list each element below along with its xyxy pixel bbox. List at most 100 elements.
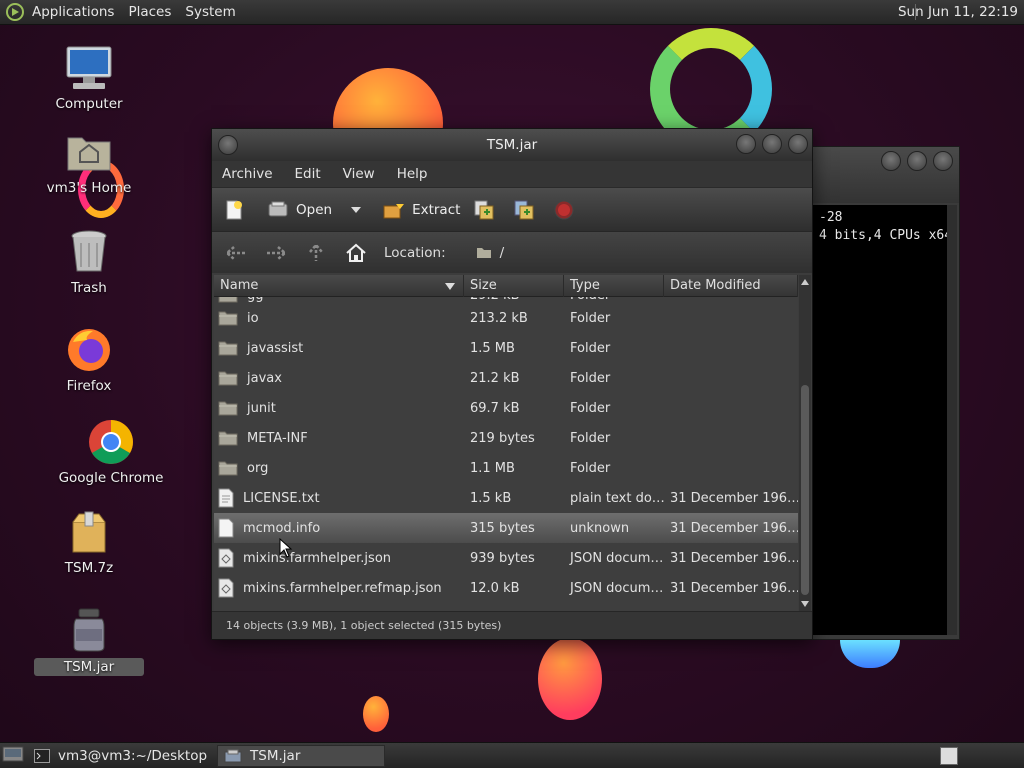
table-row[interactable]: mcmod.info 315 bytes unknown 31 December 19… (214, 513, 798, 543)
table-row[interactable]: mixins.farmhelper.refmap.json 12.0 kB JSON… (214, 573, 798, 603)
close-button[interactable] (788, 134, 808, 154)
maximize-button[interactable] (762, 134, 782, 154)
menu-archive[interactable]: Archive (222, 166, 273, 182)
json-file-icon (218, 578, 243, 598)
file-type: Folder (570, 400, 611, 416)
file-name: javax (214, 370, 464, 386)
minimize-button[interactable] (736, 134, 756, 154)
top-panel: Applications Places System Sun Jun 11, 2… (0, 0, 1024, 25)
chevron-down-icon[interactable] (344, 198, 368, 222)
clock[interactable]: Sun Jun 11, 22:19 (898, 4, 1018, 20)
terminal-maximize-button[interactable] (907, 151, 927, 171)
jar-icon (65, 606, 113, 654)
add-folder-icon[interactable] (512, 198, 536, 222)
archive-icon (65, 508, 113, 556)
desktop-icon-home[interactable]: vm3's Home (34, 128, 144, 196)
file-size: 1.5 MB (470, 340, 515, 356)
sort-down-icon (445, 282, 455, 290)
scroll-down-icon[interactable] (801, 601, 809, 607)
stop-icon[interactable] (552, 198, 576, 222)
file-name: org (214, 460, 464, 476)
menu-view[interactable]: View (343, 166, 375, 182)
table-row[interactable]: io 213.2 kB Folder (214, 303, 798, 333)
window-menu-button[interactable] (218, 135, 238, 155)
distro-logo-icon[interactable] (4, 1, 26, 23)
table-row[interactable]: LICENSE.txt 1.5 kB plain text do… 31 Decemb… (214, 483, 798, 513)
chrome-icon (87, 418, 135, 466)
up-arrow-icon[interactable] (302, 239, 330, 267)
table-row[interactable]: javassist 1.5 MB Folder (214, 333, 798, 363)
task-tsm-jar[interactable]: TSM.jar (217, 744, 386, 767)
file-list-scrollbar[interactable] (799, 275, 811, 611)
scrollbar-thumb[interactable] (801, 385, 809, 595)
file-date: 31 December 196… (670, 520, 798, 536)
json-file-icon (218, 548, 243, 568)
home-icon[interactable] (342, 239, 370, 267)
workspace-switcher[interactable] (940, 747, 958, 765)
menubar: Archive Edit View Help (212, 161, 812, 187)
folder-icon (476, 246, 492, 259)
add-files-icon[interactable] (472, 198, 496, 222)
desktop-icon-firefox[interactable]: Firefox (34, 326, 144, 394)
location-path[interactable]: / (500, 245, 505, 261)
extract-icon[interactable] (382, 198, 406, 222)
scroll-up-icon[interactable] (801, 279, 809, 285)
back-arrow-icon[interactable] (222, 239, 250, 267)
mouse-cursor-icon (279, 538, 293, 558)
desktop-icon-computer[interactable]: Computer (34, 44, 144, 112)
window-titlebar[interactable]: TSM.jar (212, 129, 812, 161)
task-terminal[interactable]: vm3@vm3:~/Desktop (28, 745, 213, 767)
table-row[interactable]: mixins.farmhelper.json 939 bytes JSON docu… (214, 543, 798, 573)
desktop-icon-chrome[interactable]: Google Chrome (56, 418, 166, 486)
terminal-scrollbar[interactable] (947, 205, 957, 635)
table-row[interactable]: META-INF 219 bytes Folder (214, 423, 798, 453)
file-date: 31 December 196… (670, 580, 798, 596)
column-date[interactable]: Date Modified (664, 275, 798, 297)
column-size[interactable]: Size (464, 275, 564, 297)
file-size: 213.2 kB (470, 310, 528, 326)
status-bar: 14 objects (3.9 MB), 1 object selected (… (212, 611, 812, 639)
folder-icon (218, 460, 247, 476)
archive-manager-window[interactable]: TSM.jar Archive Edit View Help Open Extr… (211, 128, 813, 640)
toolbar: Open Extract (212, 187, 812, 231)
file-list-header: Name Size Type Date Modified (214, 275, 798, 297)
location-bar: Location: / (212, 231, 812, 273)
desktop-icon-tsm-7z[interactable]: TSM.7z (34, 508, 144, 576)
column-type[interactable]: Type (564, 275, 664, 297)
desktop-icon-tsm-jar[interactable]: TSM.jar (34, 606, 144, 676)
file-name: io (214, 310, 464, 326)
home-folder-icon (65, 128, 113, 176)
location-label: Location: (384, 244, 446, 261)
applications-menu[interactable]: Applications (32, 4, 114, 20)
window-title: TSM.jar (486, 137, 538, 153)
system-menu[interactable]: System (185, 4, 235, 20)
table-row[interactable]: javax 21.2 kB Folder (214, 363, 798, 393)
file-name: mcmod.info (214, 518, 464, 538)
terminal-icon (34, 748, 50, 763)
firefox-icon (65, 326, 113, 374)
archive-manager-icon (224, 749, 242, 763)
terminal-close-button[interactable] (933, 151, 953, 171)
file-size: 69.7 kB (470, 400, 520, 416)
extract-button[interactable]: Extract (412, 202, 460, 218)
show-desktop-icon[interactable] (2, 745, 24, 767)
table-row[interactable]: org 1.1 MB Folder (214, 453, 798, 483)
file-date: 31 December 196… (670, 490, 798, 506)
menu-help[interactable]: Help (397, 166, 428, 182)
terminal-minimize-button[interactable] (881, 151, 901, 171)
open-icon[interactable] (266, 198, 290, 222)
menu-edit[interactable]: Edit (295, 166, 321, 182)
terminal-window[interactable]: -28 4 bits,4 CPUs x64 (810, 146, 960, 640)
file-rows: gg29.2 kBFolderio213.2 kBFolderjavassist… (214, 289, 798, 603)
new-archive-icon[interactable] (222, 198, 246, 222)
terminal-screen[interactable]: -28 4 bits,4 CPUs x64 (813, 205, 947, 635)
desktop-icon-trash[interactable]: Trash (34, 228, 144, 296)
folder-icon (218, 400, 247, 416)
file-size: 219 bytes (470, 430, 535, 446)
table-row[interactable]: junit 69.7 kB Folder (214, 393, 798, 423)
open-button[interactable]: Open (296, 202, 332, 218)
column-name[interactable]: Name (214, 275, 464, 297)
file-list[interactable]: Name Size Type Date Modified gg29.2 kBFo… (214, 275, 798, 611)
forward-arrow-icon[interactable] (262, 239, 290, 267)
places-menu[interactable]: Places (128, 4, 171, 20)
